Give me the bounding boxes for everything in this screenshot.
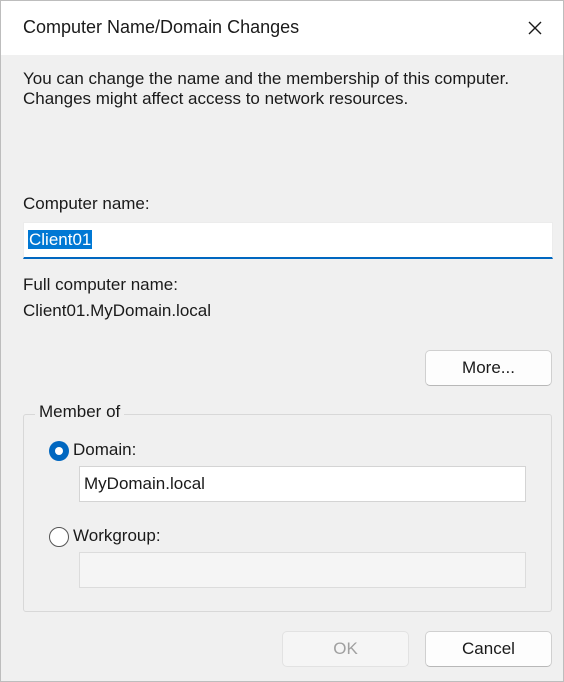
workgroup-label[interactable]: Workgroup: bbox=[73, 526, 161, 546]
domain-input[interactable]: MyDomain.local bbox=[79, 466, 526, 502]
computer-name-label: Computer name: bbox=[23, 194, 150, 213]
cancel-button[interactable]: Cancel bbox=[425, 631, 552, 667]
computer-name-value: Client01 bbox=[28, 230, 93, 249]
dialog-window: Computer Name/Domain Changes You can cha… bbox=[0, 0, 564, 682]
close-button[interactable] bbox=[507, 1, 563, 55]
computer-name-input[interactable]: Client01 bbox=[23, 222, 553, 259]
domain-value: MyDomain.local bbox=[84, 474, 205, 493]
workgroup-radio[interactable] bbox=[49, 527, 69, 547]
workgroup-input bbox=[79, 552, 526, 588]
ok-button: OK bbox=[282, 631, 409, 667]
window-title: Computer Name/Domain Changes bbox=[23, 17, 300, 37]
more-button[interactable]: More... bbox=[425, 350, 552, 386]
member-of-legend: Member of bbox=[35, 402, 125, 422]
full-name-value: Client01.MyDomain.local bbox=[23, 301, 212, 320]
radio-dot-icon bbox=[55, 447, 63, 455]
close-icon bbox=[528, 21, 542, 35]
domain-radio[interactable] bbox=[49, 441, 69, 461]
dialog-content: You can change the name and the membersh… bbox=[1, 55, 563, 682]
title-bar: Computer Name/Domain Changes bbox=[1, 1, 563, 55]
domain-label[interactable]: Domain: bbox=[73, 440, 136, 460]
description-text: You can change the name and the membersh… bbox=[23, 69, 510, 108]
full-name-label: Full computer name: bbox=[23, 275, 178, 294]
